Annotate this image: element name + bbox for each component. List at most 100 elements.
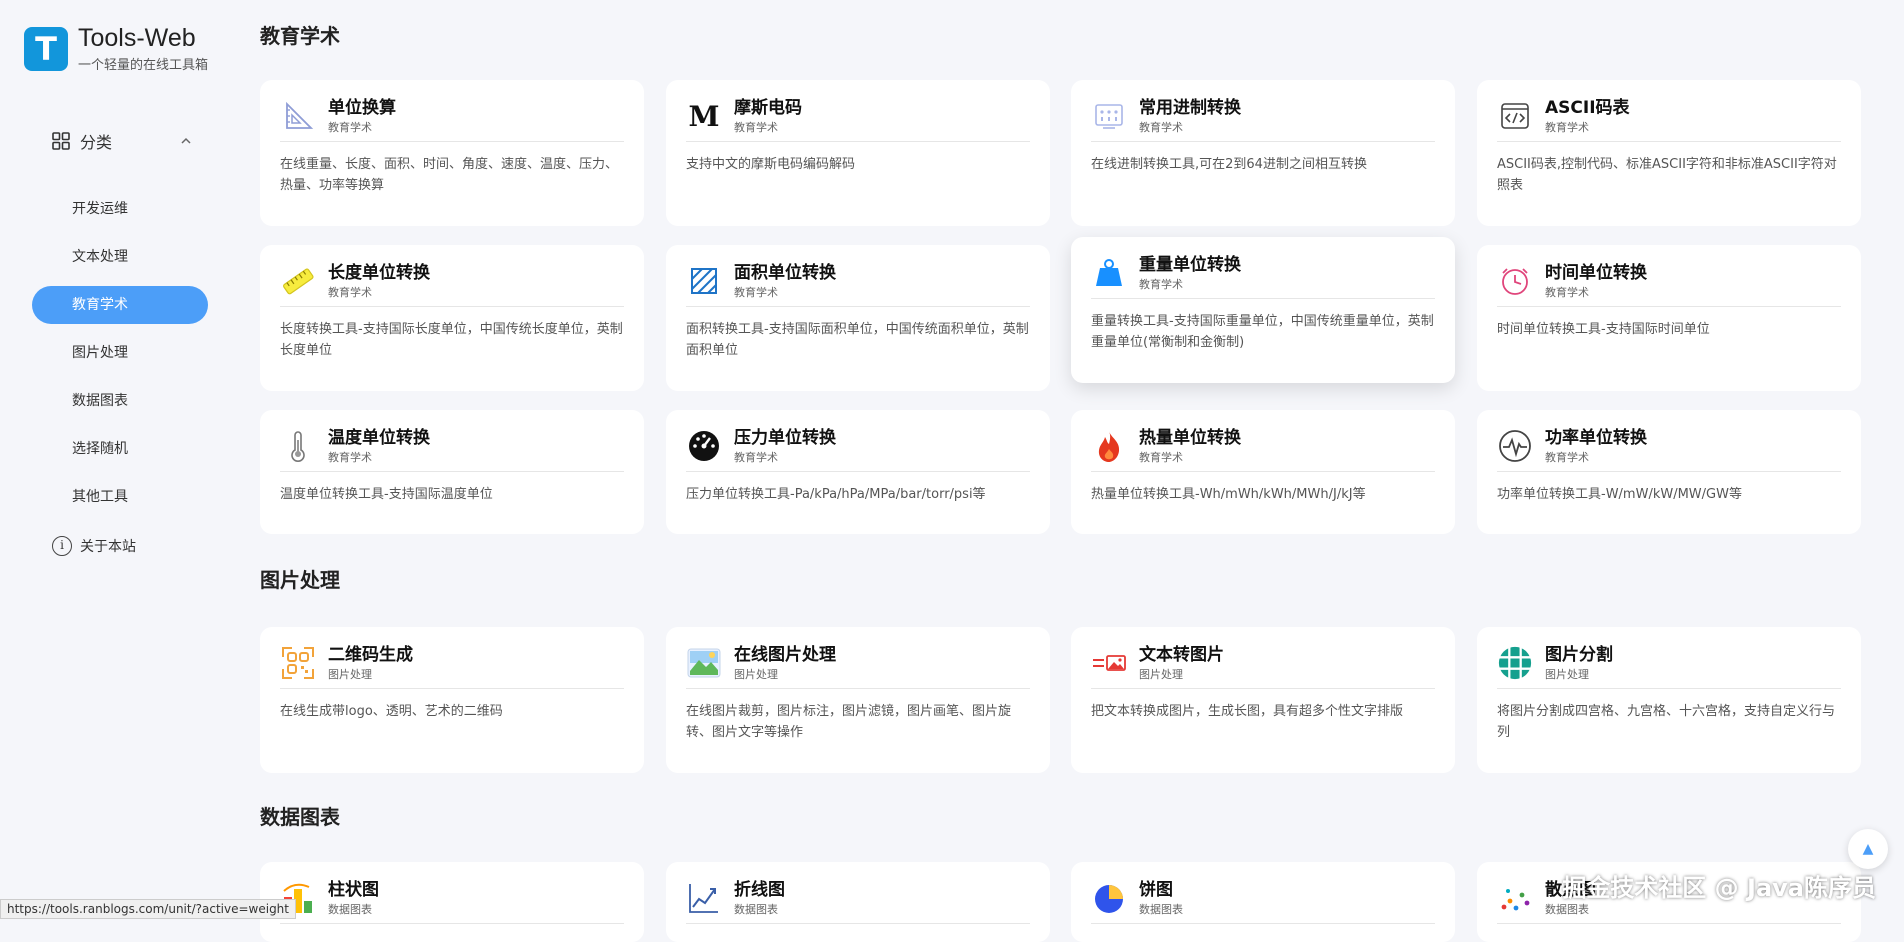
card-description: ASCII码表,控制代码、标准ASCII字符和非标准ASCII字符对照表 xyxy=(1497,154,1841,196)
card-title: 重量单位转换 xyxy=(1139,254,1241,276)
card-heading: 在线图片处理图片处理 xyxy=(734,644,836,682)
site-subtitle: 一个轻量的在线工具箱 xyxy=(78,54,208,73)
card-title: 饼图 xyxy=(1139,879,1183,901)
chevron-up-icon xyxy=(180,135,192,147)
card-header: 面积单位转换教育学术 xyxy=(686,263,1030,307)
tool-card[interactable]: 面积单位转换教育学术面积转换工具-支持国际面积单位，中国传统面积单位，英制面积单… xyxy=(666,245,1050,391)
card-header: 图片分割图片处理 xyxy=(1497,645,1841,689)
sidebar-item-5[interactable]: 数据图表 xyxy=(32,382,208,420)
tool-card[interactable]: 二维码生成图片处理在线生成带logo、透明、艺术的二维码 xyxy=(260,627,644,773)
card-header: 常用进制转换教育学术 xyxy=(1091,98,1435,142)
card-category: 图片处理 xyxy=(734,666,836,682)
tool-card[interactable]: 重量单位转换教育学术重量转换工具-支持国际重量单位，中国传统重量单位，英制重量单… xyxy=(1071,237,1455,383)
card-title: 二维码生成 xyxy=(328,644,413,666)
card-heading: 长度单位转换教育学术 xyxy=(328,262,430,300)
grid-split-icon xyxy=(1497,645,1533,681)
card-category: 数据图表 xyxy=(328,901,379,917)
card-heading: 功率单位转换教育学术 xyxy=(1545,427,1647,465)
tool-card[interactable]: 柱状图数据图表 xyxy=(260,862,644,942)
card-category: 教育学术 xyxy=(328,119,396,135)
card-heading: 图片分割图片处理 xyxy=(1545,644,1613,682)
tool-card[interactable]: ASCII码表教育学术ASCII码表,控制代码、标准ASCII字符和非标准ASC… xyxy=(1477,80,1861,226)
card-category: 图片处理 xyxy=(1545,666,1613,682)
tool-card[interactable]: 压力单位转换教育学术压力单位转换工具-Pa/kPa/hPa/MPa/bar/to… xyxy=(666,410,1050,534)
card-category: 数据图表 xyxy=(1139,901,1183,917)
site-title: Tools-Web xyxy=(78,24,208,52)
logo-mark-icon: T xyxy=(24,27,68,71)
qrcode-icon xyxy=(280,645,316,681)
card-category: 教育学术 xyxy=(328,449,430,465)
about-link[interactable]: i 关于本站 xyxy=(52,536,136,556)
card-category: 图片处理 xyxy=(328,666,413,682)
card-category: 教育学术 xyxy=(1139,276,1241,292)
card-title: 压力单位转换 xyxy=(734,427,836,449)
sidebar-nav: 开发运维文本处理教育学术图片处理数据图表选择随机其他工具 xyxy=(32,190,208,526)
landscape-image-icon xyxy=(686,645,722,681)
tool-card[interactable]: 长度单位转换教育学术长度转换工具-支持国际长度单位，中国传统长度单位，英制长度单… xyxy=(260,245,644,391)
svg-text:M: M xyxy=(689,100,720,132)
text-to-image-icon xyxy=(1091,645,1127,681)
card-heading: 饼图数据图表 xyxy=(1139,879,1183,917)
tool-card[interactable]: 功率单位转换教育学术功率单位转换工具-W/mW/kW/MW/GW等 xyxy=(1477,410,1861,534)
card-description: 在线图片裁剪，图片标注，图片滤镜，图片画笔、图片旋转、图片文字等操作 xyxy=(686,701,1030,743)
card-header: M 摩斯电码教育学术 xyxy=(686,98,1030,142)
category-toggle[interactable]: 分类 xyxy=(52,128,192,154)
tool-card[interactable]: 饼图数据图表 xyxy=(1071,862,1455,942)
line-chart-icon xyxy=(686,880,722,916)
tool-card[interactable]: 热量单位转换教育学术热量单位转换工具-Wh/mWh/kWh/MWh/J/kJ等 xyxy=(1071,410,1455,534)
sidebar-item-2[interactable]: 文本处理 xyxy=(32,238,208,276)
tool-card[interactable]: M 摩斯电码教育学术支持中文的摩斯电码编码解码 xyxy=(666,80,1050,226)
card-description: 在线生成带logo、透明、艺术的二维码 xyxy=(280,701,624,722)
card-heading: 文本转图片图片处理 xyxy=(1139,644,1224,682)
logo-text: Tools-Web 一个轻量的在线工具箱 xyxy=(78,24,208,73)
card-heading: 压力单位转换教育学术 xyxy=(734,427,836,465)
sidebar-item-4[interactable]: 图片处理 xyxy=(32,334,208,372)
card-title: 面积单位转换 xyxy=(734,262,836,284)
tool-card[interactable]: 文本转图片图片处理把文本转换成图片，生成长图，具有超多个性文字排版 xyxy=(1071,627,1455,773)
card-header: 长度单位转换教育学术 xyxy=(280,263,624,307)
card-description: 将图片分割成四宫格、九宫格、十六宫格，支持自定义行与列 xyxy=(1497,701,1841,743)
section-title: 图片处理 xyxy=(260,564,340,593)
card-category: 教育学术 xyxy=(734,284,836,300)
tool-card[interactable]: 在线图片处理图片处理在线图片裁剪，图片标注，图片滤镜，图片画笔、图片旋转、图片文… xyxy=(666,627,1050,773)
area-hatch-icon xyxy=(686,263,722,299)
card-description: 温度单位转换工具-支持国际温度单位 xyxy=(280,484,624,505)
card-heading: 重量单位转换教育学术 xyxy=(1139,254,1241,292)
tool-card[interactable]: 常用进制转换教育学术在线进制转换工具,可在2到64进制之间相互转换 xyxy=(1071,80,1455,226)
flame-icon xyxy=(1091,428,1127,464)
about-label: 关于本站 xyxy=(80,536,136,556)
tool-card[interactable]: 图片分割图片处理将图片分割成四宫格、九宫格、十六宫格，支持自定义行与列 xyxy=(1477,627,1861,773)
code-window-icon xyxy=(1497,98,1533,134)
card-category: 教育学术 xyxy=(734,119,802,135)
sidebar-item-7[interactable]: 其他工具 xyxy=(32,478,208,516)
card-header: 功率单位转换教育学术 xyxy=(1497,428,1841,472)
pulse-icon xyxy=(1497,428,1533,464)
card-title: 图片分割 xyxy=(1545,644,1613,666)
tool-card[interactable]: 温度单位转换教育学术温度单位转换工具-支持国际温度单位 xyxy=(260,410,644,534)
card-title: 文本转图片 xyxy=(1139,644,1224,666)
card-description: 把文本转换成图片，生成长图，具有超多个性文字排版 xyxy=(1091,701,1435,722)
card-title: 单位换算 xyxy=(328,97,396,119)
tool-card[interactable]: 单位换算教育学术在线重量、长度、面积、时间、角度、速度、温度、压力、热量、功率等… xyxy=(260,80,644,226)
card-heading: 二维码生成图片处理 xyxy=(328,644,413,682)
tool-card[interactable]: 折线图数据图表 xyxy=(666,862,1050,942)
card-title: 功率单位转换 xyxy=(1545,427,1647,449)
tool-card[interactable]: 时间单位转换教育学术时间单位转换工具-支持国际时间单位 xyxy=(1477,245,1861,391)
card-heading: 常用进制转换教育学术 xyxy=(1139,97,1241,135)
binary-board-icon xyxy=(1091,98,1127,134)
sidebar-item-1[interactable]: 开发运维 xyxy=(32,190,208,228)
card-description: 支持中文的摩斯电码编码解码 xyxy=(686,154,1030,175)
status-bar-url: https://tools.ranblogs.com/unit/?active=… xyxy=(0,899,296,919)
sidebar-item-3[interactable]: 教育学术 xyxy=(32,286,208,324)
clock-icon xyxy=(1497,263,1533,299)
card-header: 饼图数据图表 xyxy=(1091,880,1435,924)
card-header: 重量单位转换教育学术 xyxy=(1091,255,1435,299)
sidebar: T Tools-Web 一个轻量的在线工具箱 分类 开发运维文本处理教育学术图片… xyxy=(0,0,240,919)
site-logo[interactable]: T Tools-Web 一个轻量的在线工具箱 xyxy=(24,24,208,73)
sidebar-item-6[interactable]: 选择随机 xyxy=(32,430,208,468)
card-title: 摩斯电码 xyxy=(734,97,802,119)
card-description: 压力单位转换工具-Pa/kPa/hPa/MPa/bar/torr/psi等 xyxy=(686,484,1030,505)
watermark: 掘金技术社区 @ Java陈序员 xyxy=(1562,868,1876,903)
back-to-top-button[interactable]: ▲ xyxy=(1848,829,1888,869)
card-heading: 折线图数据图表 xyxy=(734,879,785,917)
